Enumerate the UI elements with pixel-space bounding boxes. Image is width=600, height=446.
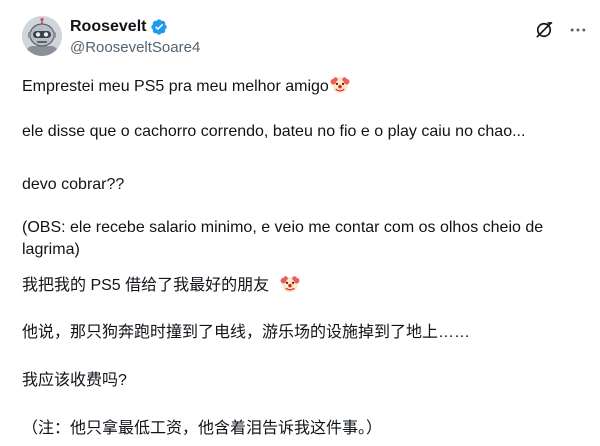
post-pt-line4a: (OBS: ele recebe salario minimo, e veio … bbox=[22, 219, 544, 236]
clown-face-emoji bbox=[280, 276, 300, 293]
header-actions bbox=[534, 20, 588, 40]
post-text-zh-line2: 他说，那只狗奔跑时撞到了电线，游乐场的设施掉到了地上…… bbox=[22, 324, 471, 341]
display-name[interactable]: Roosevelt bbox=[70, 17, 146, 37]
post-text-pt-line2: ele disse que o cachorro correndo, bateu… bbox=[22, 123, 526, 140]
avatar[interactable] bbox=[22, 16, 62, 56]
tweet: Roosevelt @RooseveltSoare4 Emprestei meu… bbox=[0, 0, 600, 446]
name-row: Roosevelt bbox=[70, 17, 200, 37]
tweet-header: Roosevelt @RooseveltSoare4 bbox=[22, 16, 588, 64]
post-text-pt-line1: Emprestei meu PS5 pra meu melhor amigo bbox=[22, 75, 588, 98]
post-text-pt-line4: (OBS: ele recebe salario minimo, e veio … bbox=[22, 217, 588, 261]
verified-badge-icon bbox=[151, 19, 168, 35]
post-pt-line1-text: Emprestei meu PS5 pra meu melhor amigo bbox=[22, 78, 329, 95]
grok-icon[interactable] bbox=[534, 20, 554, 40]
post-text-pt-line3: devo cobrar?? bbox=[22, 176, 125, 193]
post-zh-line1-text: 我把我的 PS5 借给了我最好的朋友 bbox=[22, 277, 270, 294]
clown-face-emoji bbox=[330, 77, 350, 94]
author-handle[interactable]: @RooseveltSoare4 bbox=[70, 38, 200, 58]
author-names: Roosevelt @RooseveltSoare4 bbox=[70, 17, 200, 58]
post-pt-line4b: lagrima) bbox=[22, 241, 80, 258]
robot-avatar-icon bbox=[22, 16, 62, 56]
post-text-zh-line3: 我应该收费吗? bbox=[22, 372, 127, 389]
more-horizontal-icon[interactable] bbox=[568, 20, 588, 40]
post-text-zh-line4: （注：他只拿最低工资，他含着泪告诉我这件事。） bbox=[22, 420, 383, 437]
post-text-zh-line1: 我把我的 PS5 借给了我最好的朋友 bbox=[22, 274, 588, 297]
